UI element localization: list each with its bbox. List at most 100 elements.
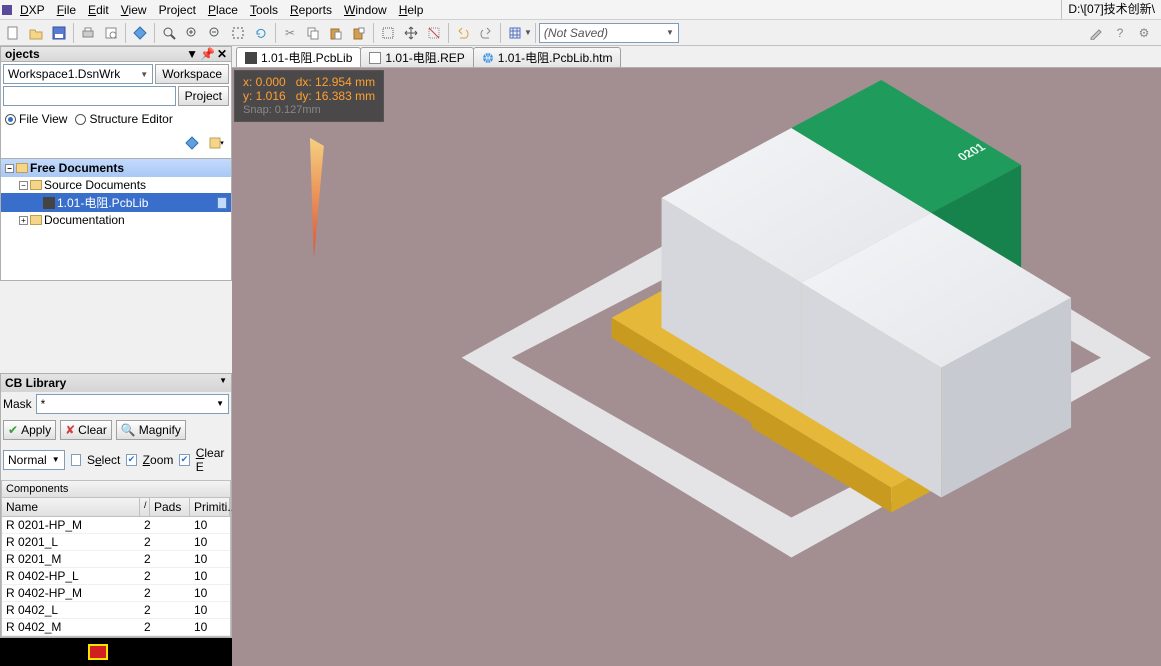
move-icon[interactable] [400, 22, 422, 44]
deselect-icon[interactable] [423, 22, 445, 44]
component-row[interactable]: R 0201_L210 [2, 534, 230, 551]
tab-pcblib[interactable]: 1.01-电阻.PcbLib [236, 47, 361, 67]
col-sort-icon[interactable]: / [140, 498, 150, 516]
print-icon[interactable] [77, 22, 99, 44]
rep-tab-icon [369, 52, 381, 64]
project-input[interactable] [3, 86, 176, 106]
redo-icon[interactable] [475, 22, 497, 44]
mask-label: Mask [3, 397, 32, 411]
help-icon[interactable]: ? [1109, 22, 1131, 44]
3d-viewport[interactable]: x: 0.000 dx: 12.954 mm y: 1.016 dy: 16.3… [232, 68, 1161, 666]
workspace-combo[interactable]: Workspace1.DsnWrk ▼ [3, 64, 153, 84]
projects-title: ojects [5, 47, 40, 61]
row-prim: 10 [190, 534, 230, 550]
pencil-icon[interactable] [1085, 22, 1107, 44]
refresh-icon[interactable] [250, 22, 272, 44]
htm-tab-icon [482, 52, 494, 64]
component-row[interactable]: R 0402-HP_L210 [2, 568, 230, 585]
row-prim: 10 [190, 517, 230, 533]
tree-collapse-icon[interactable]: − [5, 164, 14, 173]
magnify-button[interactable]: 🔍 Magnify [116, 420, 186, 440]
menu-reports[interactable]: Reports [284, 1, 338, 19]
gear-icon[interactable]: ⚙ [1133, 22, 1155, 44]
normal-combo[interactable]: Normal ▼ [3, 450, 65, 470]
magnify-label: Magnify [139, 423, 181, 437]
tab-rep[interactable]: 1.01-电阻.REP [360, 47, 473, 67]
row-name: R 0201_L [2, 534, 140, 550]
row-name: R 0402_M [2, 619, 140, 635]
copy-icon[interactable] [302, 22, 324, 44]
pcb-library-header: CB Library ▼ [1, 374, 231, 392]
zoom-in-icon[interactable] [181, 22, 203, 44]
chevron-down-icon: ▼ [140, 70, 148, 79]
apply-button[interactable]: ✔ Apply [3, 420, 56, 440]
menu-tools[interactable]: Tools [244, 1, 284, 19]
tree-source-documents[interactable]: − Source Documents [1, 177, 231, 193]
compile-icon[interactable] [129, 22, 151, 44]
mask-combo[interactable]: * ▼ [36, 394, 229, 414]
compile-project-icon[interactable] [181, 132, 203, 154]
save-icon[interactable] [48, 22, 70, 44]
tree-free-documents[interactable]: − Free Documents [1, 159, 231, 177]
workspace-button[interactable]: Workspace [155, 64, 229, 84]
project-options-icon[interactable]: ▾ [205, 132, 227, 154]
panel-close-icon[interactable]: ✕ [217, 47, 227, 61]
structure-editor-radio[interactable]: Structure Editor [75, 112, 172, 126]
component-row[interactable]: R 0201_M210 [2, 551, 230, 568]
zoom-out-icon[interactable] [204, 22, 226, 44]
file-view-radio[interactable]: File View [5, 112, 67, 126]
cut-icon[interactable]: ✂ [279, 22, 301, 44]
clear-button[interactable]: ✘ Clear [60, 420, 112, 440]
snapshot-combo[interactable]: (Not Saved) ▼ [539, 23, 679, 43]
select-rect-icon[interactable] [377, 22, 399, 44]
new-icon[interactable] [2, 22, 24, 44]
file-view-label: File View [19, 112, 67, 126]
row-pads: 2 [140, 551, 190, 567]
row-pads: 2 [140, 534, 190, 550]
tree-documentation[interactable]: + Documentation [1, 212, 231, 228]
col-primitives[interactable]: Primiti... [190, 498, 230, 516]
tree-collapse-icon[interactable]: − [19, 181, 28, 190]
pcb-library-title: CB Library [5, 376, 66, 390]
menu-window[interactable]: Window [338, 1, 393, 19]
zoom-area-icon[interactable] [227, 22, 249, 44]
component-row[interactable]: R 0402_M210 [2, 619, 230, 636]
menu-edit[interactable]: Edit [82, 1, 115, 19]
menu-view[interactable]: View [115, 1, 153, 19]
grid-icon[interactable] [504, 22, 526, 44]
row-prim: 10 [190, 619, 230, 635]
menu-place[interactable]: Place [202, 1, 244, 19]
col-name[interactable]: Name [2, 498, 140, 516]
x-icon: ✘ [65, 423, 75, 437]
tree-expand-icon[interactable]: + [19, 216, 28, 225]
undo-icon[interactable] [452, 22, 474, 44]
menu-help[interactable]: Help [393, 1, 430, 19]
documentation-label: Documentation [44, 213, 125, 227]
folder-icon [30, 180, 42, 190]
tree-file-pcblib[interactable]: 1.01-电阻.PcbLib [1, 193, 231, 212]
component-row[interactable]: R 0402_L210 [2, 602, 230, 619]
paste-icon[interactable] [325, 22, 347, 44]
preview-icon[interactable] [100, 22, 122, 44]
menu-dxp[interactable]: DXP [14, 1, 51, 19]
panel-pin-icon[interactable]: 📌 [200, 47, 215, 61]
clear-e-checkbox[interactable] [179, 454, 189, 466]
component-row[interactable]: R 0201-HP_M210 [2, 517, 230, 534]
zoom-checkbox[interactable] [126, 454, 136, 466]
project-button[interactable]: Project [178, 86, 229, 106]
zoom-label: Zoom [143, 453, 174, 467]
free-docs-label: Free Documents [30, 161, 124, 175]
select-label: Select [87, 453, 120, 467]
component-row[interactable]: R 0402-HP_M210 [2, 585, 230, 602]
clone-icon[interactable] [348, 22, 370, 44]
menu-file[interactable]: File [51, 1, 82, 19]
select-checkbox[interactable] [71, 454, 81, 466]
panel-dropdown-icon[interactable]: ▼ [186, 47, 198, 61]
col-pads[interactable]: Pads [150, 498, 190, 516]
zoom-fit-icon[interactable] [158, 22, 180, 44]
menu-project[interactable]: Project [153, 1, 202, 19]
chevron-down-icon[interactable]: ▼ [219, 376, 227, 390]
tab-htm[interactable]: 1.01-电阻.PcbLib.htm [473, 47, 622, 67]
open-icon[interactable] [25, 22, 47, 44]
row-prim: 10 [190, 568, 230, 584]
